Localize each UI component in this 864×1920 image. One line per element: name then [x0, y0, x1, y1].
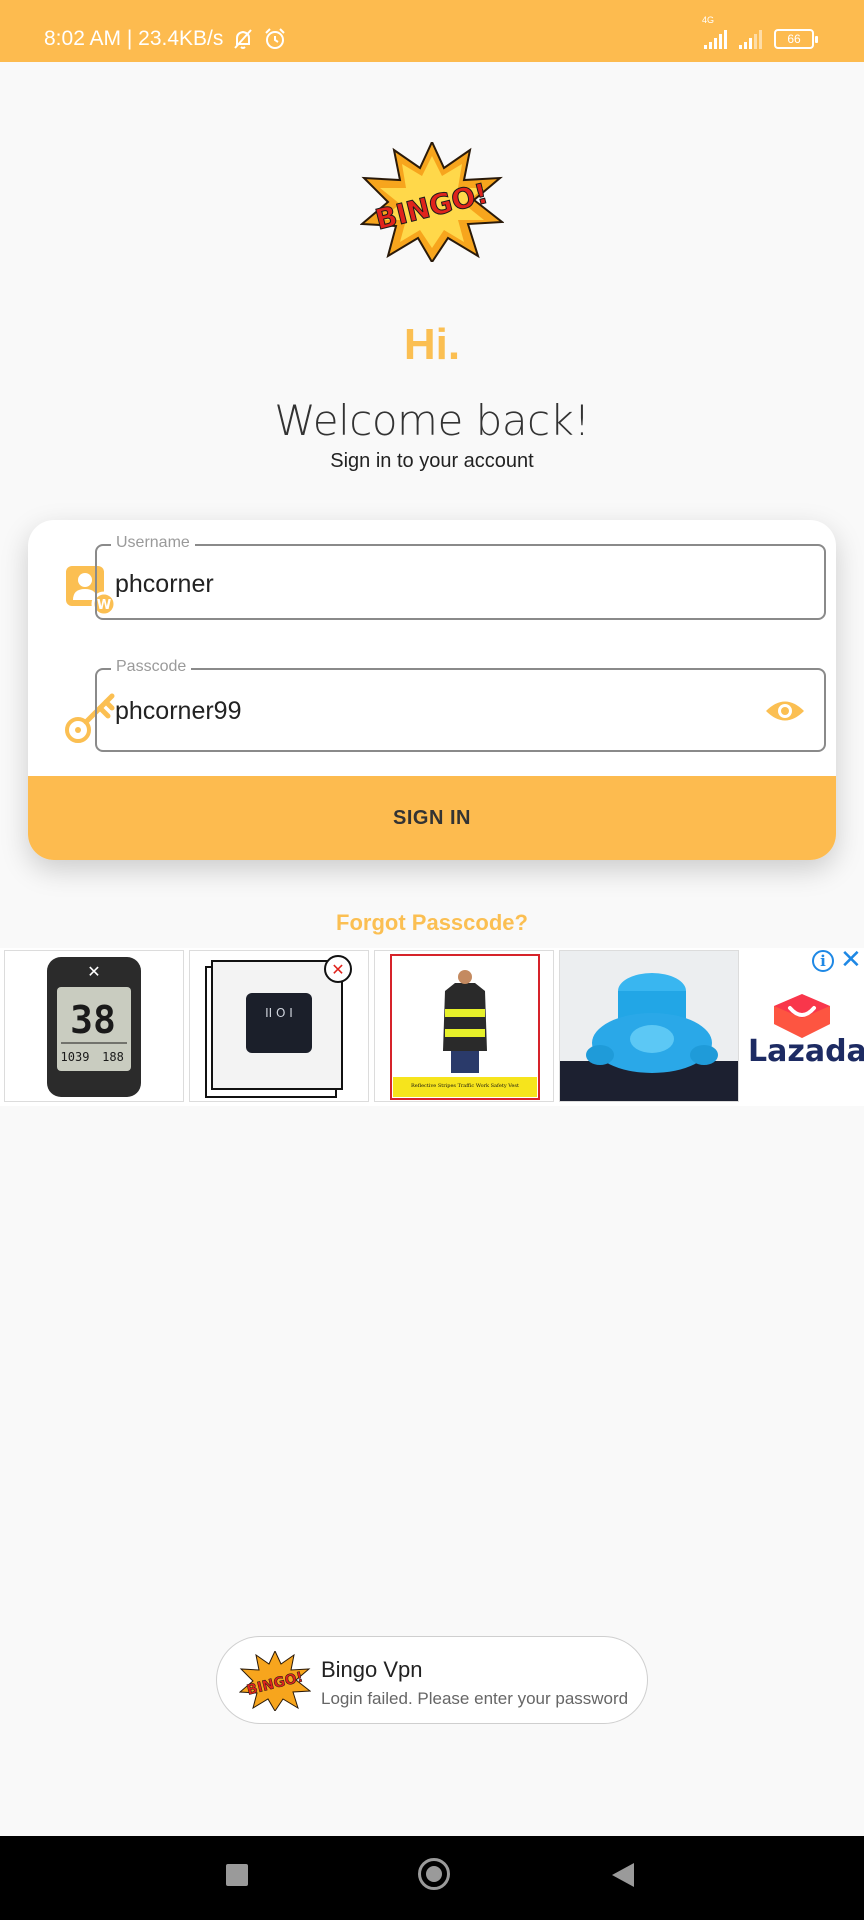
svg-text:✕: ✕: [331, 960, 344, 979]
rocker-switch-image: II O I ✕: [205, 955, 352, 1098]
welcome-heading: Welcome back!: [274, 396, 590, 445]
bike-computer-image: ✕ 38 1039 188: [47, 957, 141, 1097]
svg-text:1039: 1039: [61, 1050, 90, 1064]
svg-text:✕: ✕: [87, 962, 100, 981]
bingo-logo: BINGO!: [360, 142, 504, 262]
ad-close-icon[interactable]: ✕: [840, 946, 862, 972]
recents-button[interactable]: [226, 1864, 248, 1886]
ad-info-icon[interactable]: i: [812, 950, 834, 972]
greeting-heading: Hi.: [403, 320, 461, 369]
toast-title: Bingo Vpn: [321, 1657, 423, 1682]
username-field[interactable]: Username phcorner: [95, 534, 826, 620]
ad-tile-bike-computer[interactable]: ✕ 38 1039 188: [4, 950, 184, 1102]
ad-tile-safety-vest[interactable]: Reflective Stripes Traffic Work Safety V…: [374, 950, 554, 1102]
back-button[interactable]: [612, 1863, 634, 1887]
svg-text:188: 188: [102, 1050, 124, 1064]
battery-level: 66: [787, 32, 801, 46]
signal-icon: [739, 27, 762, 49]
login-failed-toast: BINGO! Bingo Vpn Login failed. Please en…: [216, 1636, 648, 1724]
forgot-passcode-link[interactable]: Forgot Passcode?: [0, 910, 864, 936]
safety-vest-caption: Reflective Stripes Traffic Work Safety V…: [411, 1083, 519, 1089]
ad-tile-plastic-containers[interactable]: [559, 950, 739, 1102]
home-button[interactable]: [418, 1858, 450, 1890]
signal-icon: [704, 27, 727, 49]
bell-off-icon: [234, 29, 253, 49]
lazada-brand-text: Lazada: [748, 1034, 864, 1069]
status-time-speed: 8:02 AM | 23.4KB/s: [44, 27, 224, 50]
username-label: Username: [111, 534, 195, 552]
signin-subtitle: Sign in to your account: [330, 450, 534, 472]
signin-button[interactable]: SIGN IN: [28, 776, 836, 860]
rocker-switch-label: II O I: [265, 1006, 293, 1020]
battery-icon: 66: [774, 29, 818, 49]
bike-computer-reading: 38: [70, 998, 116, 1042]
ad-banner[interactable]: ✕ 38 1039 188 II O I ✕ Reflective Stripe…: [0, 948, 864, 1106]
status-bar: 8:02 AM | 23.4KB/s 4G 66: [0, 0, 864, 62]
passcode-value: phcorner99: [115, 697, 242, 725]
alarm-icon: [265, 28, 286, 49]
toast-message: Login failed. Please enter your password: [321, 1689, 629, 1708]
username-value: phcorner: [115, 570, 214, 598]
system-nav-bar: [0, 1836, 864, 1920]
ad-tile-rocker-switch[interactable]: II O I ✕: [189, 950, 369, 1102]
eye-icon[interactable]: [764, 696, 806, 726]
bingo-logo-small: BINGO!: [239, 1651, 311, 1711]
plastic-containers-image: [560, 951, 738, 1101]
safety-vest-image: Reflective Stripes Traffic Work Safety V…: [390, 954, 540, 1100]
login-card: W Username phcorner Passcode phcorner99 …: [28, 520, 836, 860]
network-type: 4G: [702, 15, 715, 25]
passcode-label: Passcode: [111, 658, 192, 676]
passcode-field[interactable]: Passcode phcorner99: [95, 658, 826, 752]
